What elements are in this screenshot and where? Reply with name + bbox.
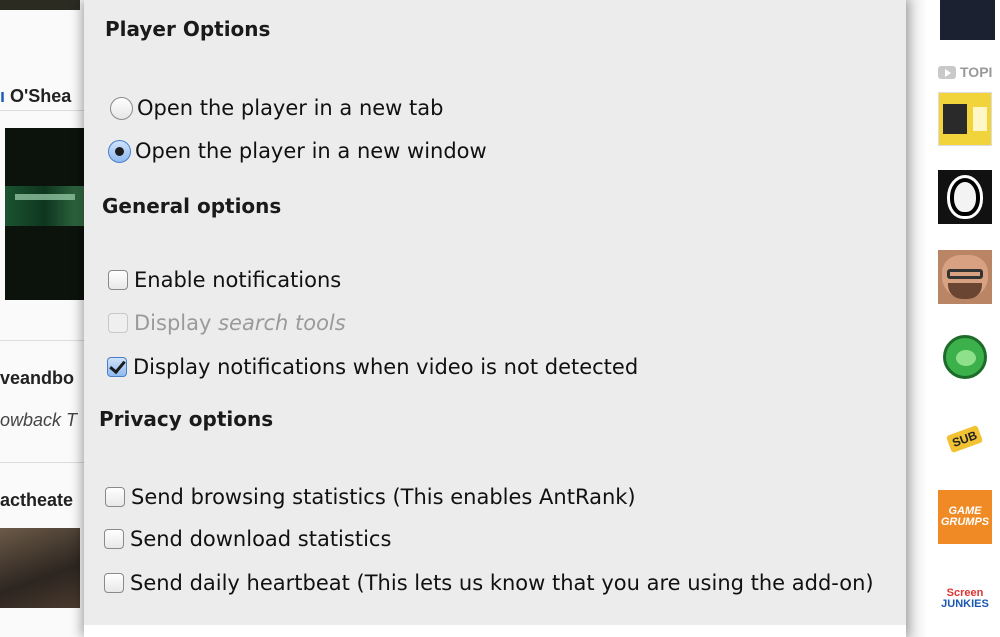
radio-button-selected[interactable] — [108, 139, 131, 163]
checkbox[interactable] — [104, 529, 124, 549]
divider — [0, 340, 90, 341]
checkbox[interactable] — [108, 270, 128, 290]
checkbox[interactable] — [104, 573, 124, 593]
channel-avatar[interactable] — [938, 170, 992, 224]
dialog-bottom-edge — [84, 625, 906, 637]
checkbox-label: Enable notifications — [134, 268, 342, 292]
topics-header: TOPI — [938, 64, 992, 80]
radio-button[interactable] — [110, 96, 133, 120]
checkbox-display-search-tools: Display search tools — [108, 311, 346, 335]
options-dialog: Player Options Open the player in a new … — [84, 0, 906, 637]
checkbox-enable-notifications[interactable]: Enable notifications — [108, 268, 341, 292]
background-sidebar-right: TOPI SUB GAME GRUMPS Screen JUNKIES — [905, 0, 1000, 637]
radio-label: Open the player in a new tab — [137, 96, 444, 120]
channel-avatar[interactable] — [938, 330, 992, 384]
checkbox-send-download-statistics[interactable]: Send download statistics — [104, 527, 391, 551]
video-title-link[interactable]: owback T — [0, 410, 77, 431]
channel-name-link[interactable]: ı O'Shea — [0, 86, 71, 107]
radio-open-new-window[interactable]: Open the player in a new window — [108, 139, 487, 163]
topics-label: TOPI — [960, 64, 993, 80]
checkbox-label-italic: search tools — [218, 311, 346, 335]
divider — [0, 462, 90, 463]
youtube-icon — [938, 65, 956, 79]
divider — [0, 110, 90, 111]
checkbox-label: Display notifications when video is not … — [133, 355, 639, 379]
channel-avatar[interactable]: Screen JUNKIES — [938, 572, 992, 626]
video-thumbnail[interactable] — [5, 128, 85, 300]
video-thumbnail[interactable] — [0, 0, 80, 10]
channel-logo-text: SUB — [946, 424, 984, 454]
channel-logo-text: Screen JUNKIES — [941, 587, 989, 610]
channel-avatar[interactable]: GAME GRUMPS — [938, 490, 992, 544]
checkbox-label: Display — [134, 311, 219, 335]
video-thumbnail[interactable] — [0, 528, 80, 608]
checkbox-label: Send daily heartbeat (This lets us know … — [130, 571, 874, 595]
checkbox[interactable] — [105, 487, 125, 507]
video-title-link[interactable]: actheate — [0, 490, 73, 511]
channel-thumbnail[interactable] — [940, 0, 995, 40]
radio-open-new-tab[interactable]: Open the player in a new tab — [110, 96, 443, 120]
privacy-options-heading: Privacy options — [99, 407, 274, 431]
checkbox-send-browsing-statistics[interactable]: Send browsing statistics (This enables A… — [105, 485, 636, 509]
checkbox-notify-no-video[interactable]: Display notifications when video is not … — [107, 355, 638, 379]
player-options-heading: Player Options — [105, 17, 271, 41]
checkbox-send-daily-heartbeat[interactable]: Send daily heartbeat (This lets us know … — [104, 571, 874, 595]
checkbox-label: Send browsing statistics (This enables A… — [131, 485, 636, 509]
checkbox-checked[interactable] — [107, 357, 127, 377]
video-title-link[interactable]: veandbo — [0, 368, 74, 389]
channel-avatar[interactable] — [938, 250, 992, 304]
channel-avatar[interactable] — [938, 92, 992, 146]
checkbox-label: Send download statistics — [130, 527, 392, 551]
radio-label: Open the player in a new window — [135, 139, 487, 163]
channel-avatar[interactable]: SUB — [938, 412, 992, 466]
channel-logo-text: GAME GRUMPS — [940, 505, 990, 528]
general-options-heading: General options — [102, 194, 282, 218]
checkbox-disabled — [108, 313, 128, 333]
